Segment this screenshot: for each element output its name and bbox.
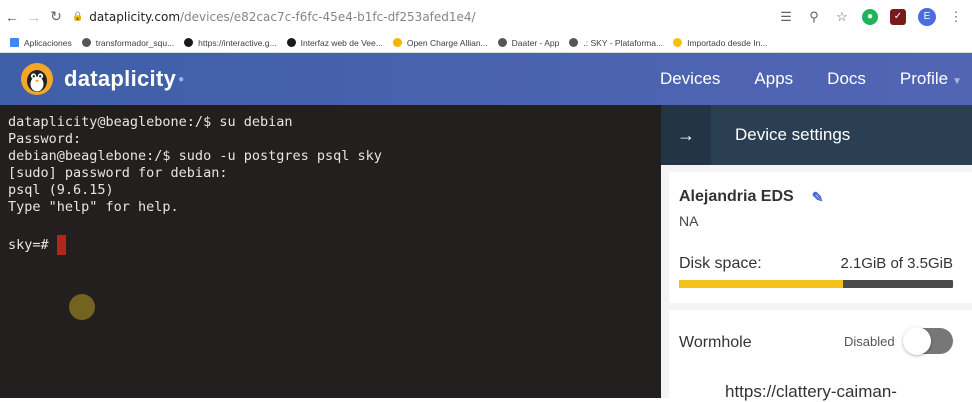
bookmark-icon [81, 38, 91, 47]
terminal-line: Password: [8, 131, 82, 147]
brand-logo[interactable]: dataplicity ● [20, 62, 184, 96]
edit-pencil-icon[interactable]: ✎ [812, 189, 824, 206]
terminal-line: debian@beaglebone:/$ sudo -u postgres ps… [8, 148, 382, 164]
wormhole-url[interactable]: https://clattery-caiman- [725, 382, 897, 402]
terminal-line: [sudo] password for debian: [8, 165, 228, 181]
back-icon[interactable]: ← [2, 7, 22, 27]
bookmark-label: Aplicaciones [24, 37, 72, 48]
bookmark-item[interactable]: transformador_squ... [81, 37, 175, 48]
star-icon[interactable]: ☆ [834, 8, 850, 25]
bookmark-item[interactable]: Interfaz web de Vee... [286, 37, 383, 48]
device-subtitle: NA [679, 213, 699, 229]
top-nav: Devices Apps Docs Profile ▼ [643, 53, 972, 105]
forward-icon[interactable]: → [24, 7, 44, 27]
nav-profile-label: Profile [899, 69, 949, 88]
wormhole-card: Wormhole Disabled https://clattery-caima… [669, 310, 972, 401]
bookmark-icon [392, 38, 402, 47]
bookmark-icon [286, 38, 296, 47]
bookmark-label: Daater - App [511, 37, 560, 48]
bookmark-icon [184, 38, 194, 47]
brand-name: dataplicity [64, 66, 177, 91]
wormhole-label: Wormhole [679, 334, 752, 351]
bookmark-item[interactable]: .: SKY - Plataforma... [569, 38, 663, 48]
browser-toolbar-right: ☰ ⚲ ☆ ● ✓ E ⋮ [778, 0, 972, 33]
bookmark-icon [497, 38, 507, 47]
nav-apps[interactable]: Apps [737, 69, 810, 89]
lock-icon: 🔒 [72, 11, 84, 22]
chevron-down-icon: ▼ [952, 76, 962, 87]
browser-address-bar: ← → ↻ 🔒 dataplicity.com/devices/e82cac7c… [0, 0, 972, 33]
terminal-line: psql (9.6.15) [8, 182, 114, 198]
terminal-prompt-line: sky=# [8, 233, 661, 257]
bookmark-icon [569, 38, 579, 47]
disk-usage-fill [679, 280, 844, 288]
url-host: dataplicity.com [89, 9, 181, 24]
brand-dot: ● [178, 73, 185, 85]
device-settings-header: → Device settings [661, 105, 972, 165]
terminal-prompt: sky=# [8, 237, 49, 253]
penguin-logo-icon [20, 62, 54, 96]
disk-usage-bar [679, 280, 953, 288]
bookmark-item[interactable]: https://interactive.g... [184, 37, 277, 48]
device-settings-title: Device settings [735, 125, 851, 144]
terminal-line: dataplicity@beaglebone:/$ su debian [8, 114, 293, 130]
app-header: dataplicity ● Devices Apps Docs Profile ▼ [0, 53, 972, 105]
bookmark-icon [10, 38, 19, 47]
toggle-knob [903, 327, 931, 355]
url-path: /devices/e82cac7c-f6fc-45e4-b1fc-df253af… [180, 9, 476, 24]
disk-space-label: Disk space: [679, 255, 762, 272]
nav-devices[interactable]: Devices [643, 69, 737, 89]
bookmark-label: .: SKY - Plataforma... [583, 37, 664, 48]
bookmark-icon [673, 38, 683, 47]
extension-pdf-icon[interactable]: ✓ [890, 8, 906, 25]
bookmark-label: transformador_squ... [95, 37, 175, 48]
bookmark-item[interactable]: Open Charge Allian... [392, 37, 488, 48]
device-name: Alejandria EDS [679, 188, 794, 205]
terminal-cursor [56, 235, 66, 255]
collapse-arrow-icon[interactable]: → [661, 105, 711, 165]
device-name-row: Alejandria EDS ✎ [679, 188, 823, 206]
nav-docs[interactable]: Docs [810, 69, 883, 89]
menu-icon[interactable]: ⋮ [948, 8, 964, 25]
wormhole-toggle[interactable] [903, 327, 953, 355]
nav-profile[interactable]: Profile ▼ [883, 69, 972, 89]
translate-icon[interactable]: ☰ [778, 8, 794, 25]
mouse-pointer-highlight [69, 294, 95, 320]
url-field[interactable]: 🔒 dataplicity.com/devices/e82cac7c-f6fc-… [72, 10, 476, 24]
wormhole-state: Disabled [844, 334, 895, 349]
terminal[interactable]: dataplicity@beaglebone:/$ su debian Pass… [0, 105, 661, 398]
bookmark-label: https://interactive.g... [198, 37, 277, 48]
bookmark-label: Open Charge Allian... [406, 37, 488, 48]
device-settings-panel: → Device settings Alejandria EDS ✎ NA Di… [661, 105, 972, 401]
bookmark-item[interactable]: Daater - App [497, 37, 560, 48]
terminal-line: Type "help" for help. [8, 199, 179, 215]
reload-icon[interactable]: ↻ [46, 7, 66, 27]
bookmark-item[interactable]: Aplicaciones [10, 38, 72, 48]
bookmarks-bar: Aplicaciones transformador_squ... https://… [0, 33, 972, 53]
bookmark-label: Importado desde In... [687, 37, 768, 48]
extension-green-icon[interactable]: ● [862, 8, 878, 25]
disk-space-value: 2.1GiB of 3.5GiB [840, 255, 953, 272]
device-info-card: Alejandria EDS ✎ NA Disk space: 2.1GiB o… [669, 172, 972, 303]
bookmark-label: Interfaz web de Vee... [300, 37, 383, 48]
zoom-icon[interactable]: ⚲ [806, 8, 822, 25]
bookmark-item[interactable]: Importado desde In... [673, 38, 767, 48]
avatar[interactable]: E [918, 7, 936, 26]
